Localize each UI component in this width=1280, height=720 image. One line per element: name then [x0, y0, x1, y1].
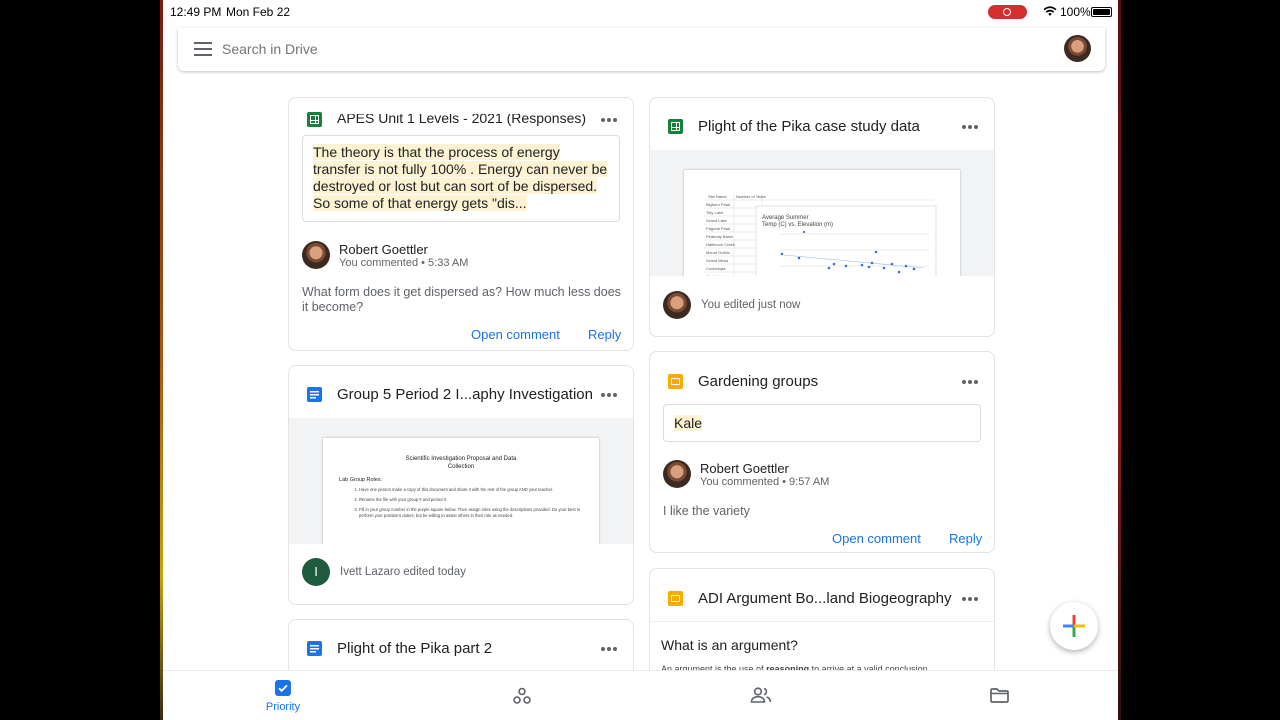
reply-button[interactable]: Reply: [588, 327, 621, 342]
doc-list-item: Have one person make a copy of this docu…: [359, 487, 583, 493]
nav-priority-label: Priority: [265, 701, 301, 713]
search-input[interactable]: [222, 41, 822, 57]
avatar: I: [302, 558, 330, 586]
avatar-letter: I: [314, 564, 318, 579]
more-icon[interactable]: [601, 118, 617, 122]
svg-text:Crystal Lake: Crystal Lake: [706, 274, 729, 276]
card-title[interactable]: Plight of the Pika part 2: [337, 640, 492, 657]
svg-text:Temp (C) vs. Elevation (m): Temp (C) vs. Elevation (m): [762, 222, 833, 228]
comment-quote: Kale: [663, 404, 981, 442]
open-comment-button[interactable]: Open comment: [471, 327, 560, 342]
doc-title: Scientific Investigation Proposal and Da…: [405, 456, 517, 470]
doc-heading: Lab Group Roles:: [339, 477, 383, 483]
slides-icon: [668, 591, 683, 606]
avatar: [663, 291, 691, 319]
card-title[interactable]: APES Unit 1 Levels - 2021 (Responses): [337, 114, 586, 126]
quote-text: Kale: [674, 415, 703, 431]
nav-files[interactable]: [969, 671, 1029, 720]
file-preview[interactable]: Scientific Investigation Proposal and Da…: [289, 418, 633, 544]
device-frame: 12:49 PM Mon Feb 22 100% APES Unit 1 Lev…: [0, 0, 1280, 720]
account-avatar[interactable]: [1064, 35, 1091, 62]
nav-workspaces[interactable]: [492, 671, 552, 720]
more-icon[interactable]: [962, 380, 978, 384]
status-date: Mon Feb 22: [226, 5, 291, 19]
activity-text: You edited just now: [701, 299, 801, 311]
svg-text:Site Name: Site Name: [708, 194, 727, 199]
doc-list-item: Fill in your group number in the purple …: [359, 507, 583, 519]
comment-text: I like the variety: [663, 504, 750, 518]
menu-icon[interactable]: [194, 42, 212, 56]
svg-text:Grand Lake: Grand Lake: [706, 218, 728, 223]
new-button[interactable]: [1050, 602, 1098, 650]
svg-text:Bighorn Peak: Bighorn Peak: [706, 202, 730, 207]
more-icon[interactable]: [601, 647, 617, 651]
card-title[interactable]: Group 5 Period 2 I...aphy Investigation: [337, 386, 593, 403]
avatar: [302, 241, 330, 269]
slides-icon: [668, 374, 683, 389]
shared-icon: [750, 687, 772, 703]
file-preview[interactable]: Site Name Number of Years Bighorn Peak Tid…: [650, 150, 994, 276]
priority-icon: [275, 680, 291, 696]
spreadsheet-graphic: Site Name Number of Years Bighorn Peak Tid…: [704, 194, 937, 276]
battery-icon: [1091, 7, 1112, 17]
svg-text:Average Summer: Average Summer: [762, 215, 809, 221]
more-icon[interactable]: [601, 393, 617, 397]
folder-icon: [990, 688, 1009, 703]
svg-text:Grand Mesa: Grand Mesa: [706, 258, 729, 263]
svg-text:Halfmoon Creek: Halfmoon Creek: [706, 242, 735, 247]
nav-shared[interactable]: [731, 671, 791, 720]
status-time: 12:49 PM: [170, 5, 222, 19]
open-comment-button[interactable]: Open comment: [832, 531, 921, 546]
sheets-icon: [668, 119, 683, 134]
comment-card-gardening[interactable]: Gardening groups Kale Robert Goettler Yo…: [649, 351, 995, 553]
more-icon[interactable]: [962, 597, 978, 601]
quote-text: The theory is that the process of energy…: [313, 144, 608, 211]
svg-text:Number of Years: Number of Years: [736, 194, 766, 199]
spreadsheet-thumbnail: Site Name Number of Years Bighorn Peak Tid…: [684, 170, 960, 276]
card-title[interactable]: Plight of the Pika case study data: [698, 118, 920, 135]
bottom-nav: Priority: [163, 670, 1118, 720]
docs-icon: [307, 387, 322, 402]
activity-text: Ivett Lazaro edited today: [340, 566, 466, 578]
document-thumbnail: Scientific Investigation Proposal and Da…: [323, 438, 599, 544]
comment-quote: The theory is that the process of energy…: [302, 135, 620, 222]
wifi-icon: [1043, 6, 1057, 16]
battery-percent: 100%: [1060, 5, 1091, 19]
search-bar[interactable]: [178, 28, 1105, 71]
author-name: Robert Goettler: [700, 461, 789, 476]
sheets-icon: [307, 112, 322, 127]
file-card-group5[interactable]: Group 5 Period 2 I...aphy Investigation …: [288, 365, 634, 605]
doc-list-item: Rename the file with your group # and pe…: [359, 497, 583, 503]
file-card-pika-data[interactable]: Plight of the Pika case study data Site …: [649, 97, 995, 337]
status-bar: 12:49 PM Mon Feb 22 100%: [163, 0, 1118, 24]
frame-edge-right: [1118, 0, 1121, 720]
svg-text:Peabody Basin: Peabody Basin: [706, 234, 733, 239]
plus-icon: [1063, 615, 1085, 637]
comment-meta: You commented • 5:33 AM: [339, 257, 469, 269]
avatar: [663, 460, 691, 488]
comment-text: What form does it get dispersed as? How …: [302, 285, 621, 314]
card-title[interactable]: Gardening groups: [698, 373, 818, 390]
nav-priority[interactable]: Priority: [253, 671, 313, 720]
card-title[interactable]: ADI Argument Bo...land Biogeography: [698, 590, 952, 607]
svg-text:Mount Gothic: Mount Gothic: [706, 250, 730, 255]
docs-icon: [307, 641, 322, 656]
svg-text:Cochetopa: Cochetopa: [706, 266, 726, 271]
comment-meta: You commented • 9:57 AM: [700, 476, 830, 488]
svg-text:Tidy Lake: Tidy Lake: [706, 210, 724, 215]
slide-heading: What is an argument?: [661, 637, 798, 653]
author-name: Robert Goettler: [339, 242, 428, 257]
doc-list: Have one person make a copy of this docu…: [339, 487, 583, 519]
drive-screen: 12:49 PM Mon Feb 22 100% APES Unit 1 Lev…: [163, 0, 1118, 720]
reply-button[interactable]: Reply: [949, 531, 982, 546]
comment-card-responses[interactable]: APES Unit 1 Levels - 2021 (Responses) Th…: [288, 97, 634, 351]
screen-recording-icon[interactable]: [988, 5, 1027, 19]
svg-text:Pagoda Peak: Pagoda Peak: [706, 226, 730, 231]
more-icon[interactable]: [962, 125, 978, 129]
shared-drives-icon: [513, 687, 531, 704]
